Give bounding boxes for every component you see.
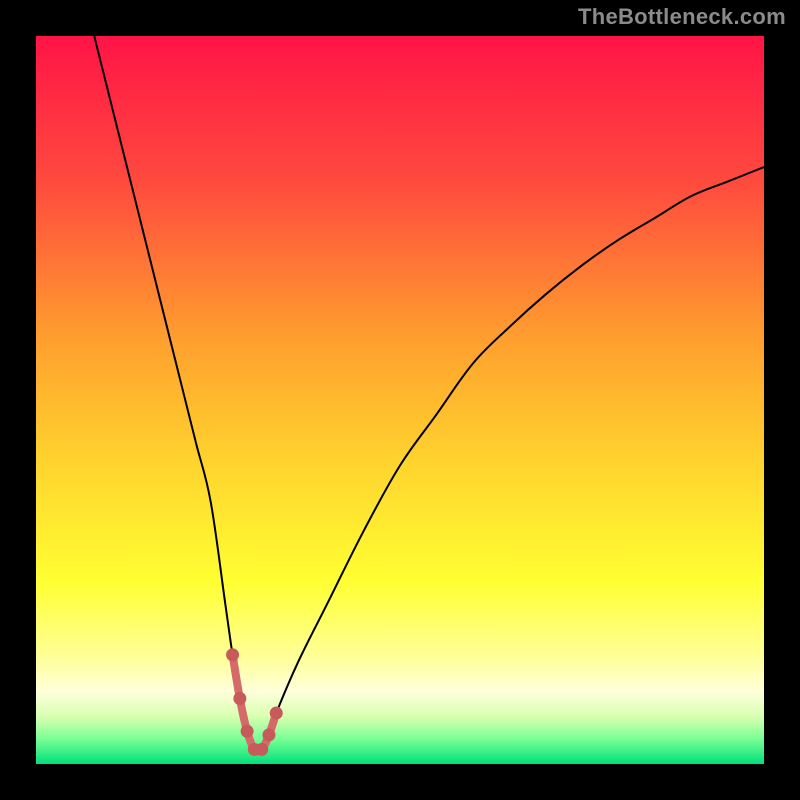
attribution-label: TheBottleneck.com	[578, 4, 786, 30]
gradient-background	[36, 36, 764, 764]
chart-container: TheBottleneck.com	[0, 0, 800, 800]
plot-area	[36, 36, 764, 764]
